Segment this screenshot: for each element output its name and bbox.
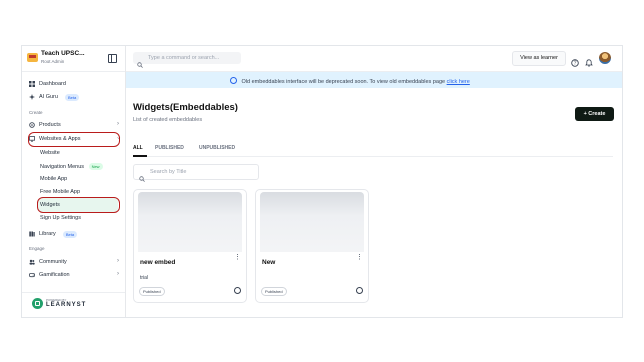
- embed-thumbnail: [260, 192, 364, 252]
- search-icon: [139, 169, 145, 187]
- active-tab-indicator: [133, 155, 147, 157]
- section-label-create: Create: [29, 110, 43, 115]
- sidebar-collapse-icon[interactable]: [108, 54, 117, 63]
- deprecation-notice: Old embeddables interface will be deprec…: [126, 72, 622, 88]
- embed-title: New: [262, 259, 276, 266]
- gamepad-icon: [28, 272, 36, 278]
- user-role: Root Admin: [41, 59, 65, 64]
- old-embeddables-link[interactable]: click here: [447, 79, 470, 85]
- school-logo: [27, 53, 38, 62]
- bell-icon[interactable]: [585, 54, 593, 67]
- page-subtitle: List of created embeddables: [133, 117, 203, 123]
- sidebar-divider: [22, 292, 125, 293]
- page-title: Widgets(Embeddables): [133, 102, 238, 113]
- learnyst-wordmark: LEARNYST: [46, 302, 87, 308]
- status-badge: Published: [139, 287, 165, 296]
- svg-text:?: ?: [574, 61, 577, 67]
- sparkle-icon: [29, 94, 35, 100]
- chevron-right-icon: ›: [117, 258, 119, 264]
- embed-title: new embed: [140, 259, 176, 266]
- search-placeholder: Search by Title: [150, 169, 187, 175]
- sidebar-subitem-navigation-menus[interactable]: Navigation Menus New: [40, 163, 103, 170]
- view-as-learner-button[interactable]: View as learner: [512, 51, 566, 66]
- new-badge: New: [88, 163, 103, 170]
- sidebar-item-label: AI Guru: [39, 94, 58, 100]
- learnyst-logo: POWERED BY LEARNYST: [32, 298, 87, 311]
- help-icon[interactable]: ?: [571, 54, 579, 67]
- status-badge: Published: [261, 287, 287, 296]
- gear-icon: [29, 122, 35, 128]
- sidebar-subitem-signup-settings[interactable]: Sign Up Settings: [40, 215, 81, 221]
- beta-badge: Beta: [62, 230, 78, 238]
- sidebar-subitem-mobile-app[interactable]: Mobile App: [40, 176, 67, 182]
- command-search-input[interactable]: Type a command or search...: [133, 52, 241, 68]
- tabs-divider: [133, 156, 613, 157]
- search-title-input[interactable]: Search by Title: [133, 164, 259, 182]
- sidebar-item-products[interactable]: Products ›: [29, 120, 119, 130]
- section-label-engage: Engage: [29, 246, 45, 251]
- info-icon: [230, 77, 237, 84]
- user-avatar[interactable]: [599, 52, 611, 64]
- tab-unpublished[interactable]: UNPUBLISHED: [199, 145, 235, 151]
- sidebar-subitem-website[interactable]: Website: [40, 150, 60, 156]
- sidebar-item-label: Library: [39, 231, 56, 237]
- sidebar-subitem-free-mobile-app[interactable]: Free Mobile App: [40, 189, 80, 195]
- dashboard-icon: [29, 81, 35, 87]
- chevron-right-icon: ›: [117, 121, 119, 127]
- topbar: Type a command or search... View as lear…: [126, 46, 622, 72]
- highlight-widgets: [37, 197, 120, 213]
- highlight-websites-apps: [28, 132, 120, 147]
- info-icon[interactable]: [234, 287, 241, 294]
- sidebar-item-community[interactable]: Community ›: [29, 257, 119, 267]
- main-content: Widgets(Embeddables) List of created emb…: [126, 89, 622, 317]
- embed-thumbnail: [138, 192, 242, 252]
- embed-description: trial: [140, 275, 149, 281]
- tab-bar: ALL PUBLISHED UNPUBLISHED: [133, 144, 613, 156]
- sidebar-item-gamification[interactable]: Gamification ›: [28, 270, 119, 280]
- learnyst-logo-icon: [32, 298, 43, 309]
- sidebar: Teach UPSC... Root Admin Dashboard AI Gu…: [22, 46, 126, 317]
- more-options-icon[interactable]: ⋮: [356, 254, 363, 261]
- sidebar-item-dashboard[interactable]: Dashboard: [29, 79, 119, 89]
- notice-text: Old embeddables interface will be deprec…: [241, 79, 446, 85]
- more-options-icon[interactable]: ⋮: [234, 254, 241, 261]
- embed-card[interactable]: new embed ⋮ trial Published: [133, 189, 247, 303]
- sidebar-item-label: Dashboard: [39, 81, 66, 87]
- sidebar-subitem-label: Navigation Menus: [40, 164, 85, 170]
- app-window: Teach UPSC... Root Admin Dashboard AI Gu…: [21, 45, 623, 318]
- tab-all[interactable]: ALL: [133, 145, 143, 151]
- embed-card[interactable]: New ⋮ Published: [255, 189, 369, 303]
- community-icon: [29, 259, 35, 265]
- chevron-right-icon: ›: [117, 271, 119, 277]
- search-icon: [137, 55, 143, 73]
- sidebar-item-ai-guru[interactable]: AI Guru Beta: [29, 92, 119, 102]
- sidebar-item-label: Gamification: [39, 272, 70, 278]
- school-name: Teach UPSC...: [41, 50, 85, 57]
- create-button[interactable]: + Create: [575, 107, 614, 121]
- sidebar-item-label: Community: [39, 259, 67, 265]
- tab-published[interactable]: PUBLISHED: [155, 145, 184, 151]
- library-icon: [29, 231, 35, 237]
- sidebar-item-label: Products: [39, 122, 61, 128]
- info-icon[interactable]: [356, 287, 363, 294]
- brand-header[interactable]: Teach UPSC... Root Admin: [22, 46, 125, 72]
- beta-badge: Beta: [64, 93, 80, 101]
- command-search-placeholder: Type a command or search...: [148, 55, 220, 61]
- sidebar-item-library[interactable]: Library Beta: [29, 229, 119, 239]
